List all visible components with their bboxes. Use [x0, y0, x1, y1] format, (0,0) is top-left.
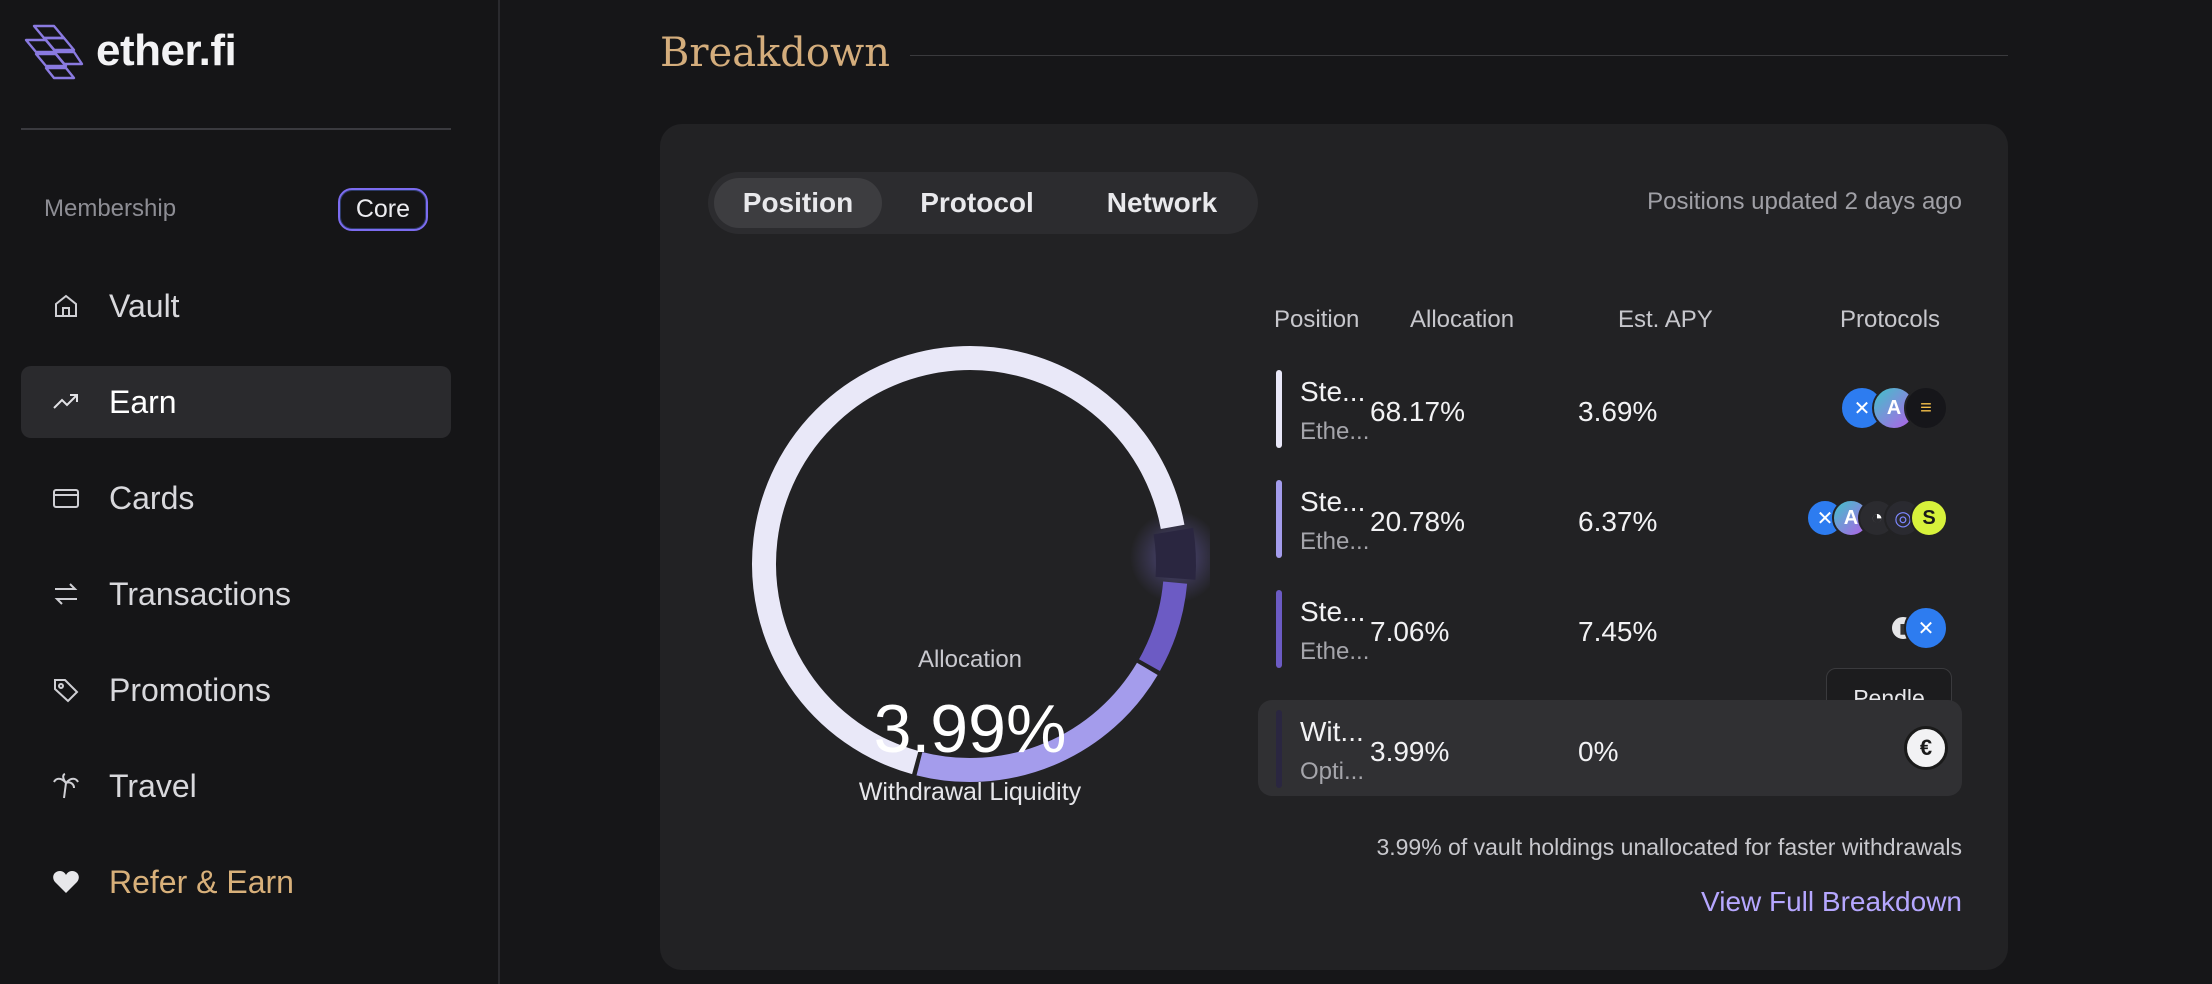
- breakdown-card: Position Protocol Network Positions upda…: [660, 124, 2008, 970]
- table-row[interactable]: Ste... Ethe... 68.17% 3.69% ✕ A ≡: [1258, 360, 1962, 456]
- row-allocation: 3.99%: [1370, 736, 1450, 767]
- header-position: Position: [1274, 306, 1360, 333]
- header-protocols: Protocols: [1840, 306, 1941, 333]
- view-full-breakdown-link[interactable]: View Full Breakdown: [1701, 886, 1962, 918]
- sidebar-item-label: Travel: [109, 767, 197, 804]
- donut-center: Allocation 3.99% Withdrawal Liquidity: [730, 324, 1210, 806]
- breakdown-title: Breakdown: [660, 30, 890, 76]
- arrows-exchange-icon: [51, 579, 81, 609]
- sidebar-item-label: Vault: [109, 287, 180, 324]
- sidebar-item-label: Transactions: [109, 575, 291, 612]
- membership-label: Membership: [44, 195, 177, 222]
- sidebar-divider: [21, 128, 451, 130]
- ethena-icon[interactable]: ≡: [1904, 386, 1948, 430]
- trending-up-icon: [51, 387, 81, 417]
- etherfi-logo-icon: [24, 24, 84, 80]
- row-name: Wit...: [1300, 716, 1364, 747]
- row-protocols: €: [1904, 724, 1948, 772]
- row-allocation: 7.06%: [1370, 616, 1450, 647]
- morpho-icon[interactable]: ✕: [1904, 606, 1948, 650]
- row-allocation: 68.17%: [1370, 396, 1465, 427]
- row-subtitle: Opti...: [1300, 758, 1365, 785]
- sidebar-item-vault[interactable]: Vault: [21, 270, 451, 342]
- home-icon: [51, 291, 81, 321]
- credit-card-icon: [51, 483, 81, 513]
- row-protocols: ✕ A ◔ ◎ S: [1806, 494, 1948, 542]
- table-header: Position Allocation Est. APY Protocols: [660, 306, 2008, 346]
- allocation-donut: Allocation 3.99% Withdrawal Liquidity: [730, 324, 1222, 806]
- row-allocation: 20.78%: [1370, 506, 1465, 537]
- table-row[interactable]: Ste... Ethe... 20.78% 6.37% ✕ A ◔ ◎ S: [1258, 470, 1962, 566]
- heart-icon: [51, 867, 81, 897]
- palm-tree-icon: [51, 771, 81, 801]
- donut-value: 3.99%: [873, 691, 1067, 767]
- table-row[interactable]: Wit... Opti... 3.99% 0% €: [1258, 700, 1962, 796]
- breakdown-tabs: Position Protocol Network: [708, 172, 1258, 234]
- table-row[interactable]: Ste... Ethe... 7.06% 7.45% ▮ ✕: [1258, 580, 1962, 676]
- header-apy: Est. APY: [1618, 306, 1713, 333]
- sidebar-item-label: Cards: [109, 479, 195, 516]
- row-name: Ste...: [1300, 596, 1366, 627]
- row-color-bar: [1276, 480, 1282, 558]
- sidebar-item-label: Refer & Earn: [109, 863, 294, 900]
- sidebar: ether.fi Membership Core Vault Earn Card…: [0, 0, 500, 984]
- pendle-icon[interactable]: S: [1910, 499, 1948, 537]
- sidebar-item-label: Earn: [109, 383, 177, 420]
- row-protocols: ▮ ✕: [1890, 604, 1948, 652]
- sidebar-item-label: Promotions: [109, 671, 271, 708]
- row-color-bar: [1276, 370, 1282, 448]
- brand-name: ether.fi: [96, 26, 237, 75]
- sidebar-item-cards[interactable]: Cards: [21, 462, 451, 534]
- row-subtitle: Ethe...: [1300, 638, 1370, 665]
- row-apy: 3.69%: [1578, 396, 1658, 427]
- row-name: Ste...: [1300, 486, 1366, 517]
- sidebar-nav: Vault Earn Cards Transactions Promotions: [21, 270, 451, 942]
- row-apy: 7.45%: [1578, 616, 1658, 647]
- row-color-bar: [1276, 710, 1282, 788]
- row-protocols: ✕ A ≡: [1840, 384, 1948, 432]
- updated-timestamp: Positions updated 2 days ago: [1647, 188, 1962, 215]
- row-color-bar: [1276, 590, 1282, 668]
- membership-tier-badge[interactable]: Core: [337, 187, 428, 231]
- tag-icon: [51, 675, 81, 705]
- euro-icon[interactable]: €: [1904, 726, 1948, 770]
- tab-network[interactable]: Network: [1072, 178, 1252, 228]
- row-subtitle: Ethe...: [1300, 528, 1370, 555]
- sidebar-item-refer-earn[interactable]: Refer & Earn: [21, 846, 451, 918]
- row-subtitle: Ethe...: [1300, 418, 1370, 445]
- row-apy: 6.37%: [1578, 506, 1658, 537]
- sidebar-item-travel[interactable]: Travel: [21, 750, 451, 822]
- tab-protocol[interactable]: Protocol: [882, 178, 1072, 228]
- sidebar-item-earn[interactable]: Earn: [21, 366, 451, 438]
- donut-sublabel: Withdrawal Liquidity: [858, 778, 1082, 806]
- tab-position[interactable]: Position: [714, 178, 882, 228]
- row-apy: 0%: [1578, 736, 1619, 767]
- title-divider: [910, 55, 2008, 56]
- logo[interactable]: ether.fi: [20, 18, 237, 84]
- membership-row: Membership Core: [44, 186, 428, 232]
- donut-label: Allocation: [917, 646, 1023, 673]
- sidebar-item-transactions[interactable]: Transactions: [21, 558, 451, 630]
- row-name: Ste...: [1300, 376, 1366, 407]
- header-allocation: Allocation: [1410, 306, 1515, 333]
- unallocated-note: 3.99% of vault holdings unallocated for …: [1376, 834, 1962, 860]
- sidebar-item-promotions[interactable]: Promotions: [21, 654, 451, 726]
